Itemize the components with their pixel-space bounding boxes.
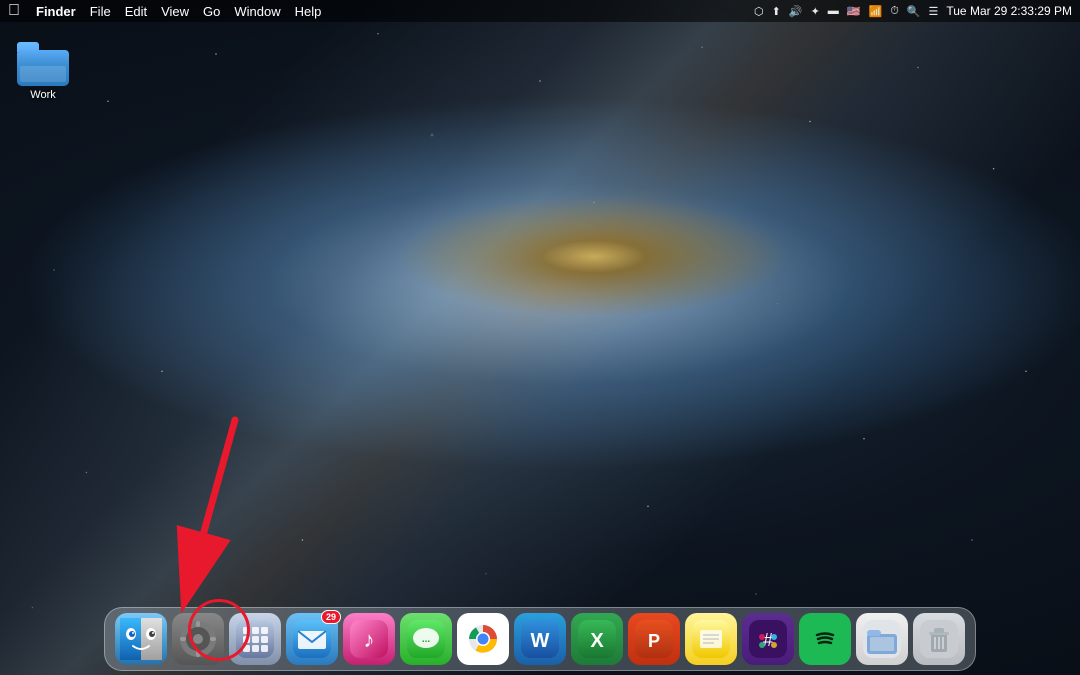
dock-word[interactable]: W	[514, 613, 566, 665]
svg-text:P: P	[648, 631, 660, 651]
app-name[interactable]: Finder	[36, 4, 76, 19]
menu-window[interactable]: Window	[234, 4, 280, 19]
time-machine-icon[interactable]: ⏱	[890, 5, 899, 18]
slack-icon: #	[749, 620, 787, 658]
desktop:  Finder File Edit View Go Window Help ⬡…	[0, 0, 1080, 675]
annotation-arrow	[155, 410, 275, 630]
dock-notes[interactable]	[685, 613, 737, 665]
chrome-icon	[464, 620, 502, 658]
volume-icon[interactable]: 🔊	[789, 5, 803, 18]
upload-icon[interactable]: ⬆	[772, 5, 781, 18]
excel-icon: X	[578, 620, 616, 658]
menu-view[interactable]: View	[161, 4, 189, 19]
dock-powerpoint[interactable]: P	[628, 613, 680, 665]
mail-icon	[293, 620, 331, 658]
dock-music[interactable]: ♪	[343, 613, 395, 665]
finder-files-icon	[863, 620, 901, 658]
dock-mail[interactable]: 29	[286, 613, 338, 665]
music-icon: ♪	[350, 620, 388, 658]
dock-messages[interactable]: ...	[400, 613, 452, 665]
spotify-icon	[806, 620, 844, 658]
folder-graphic	[17, 42, 69, 86]
svg-text:X: X	[590, 630, 604, 652]
wifi-icon[interactable]: 📶	[869, 5, 883, 18]
svg-text:W: W	[531, 630, 550, 652]
dock-finder-files[interactable]	[856, 613, 908, 665]
svg-text:#: #	[763, 630, 773, 650]
notification-icon[interactable]: ☰	[929, 5, 939, 18]
menu-help[interactable]: Help	[295, 4, 322, 19]
svg-text:...: ...	[422, 634, 431, 645]
dock-slack[interactable]: #	[742, 613, 794, 665]
flag-icon[interactable]: 🇺🇸	[847, 5, 861, 18]
word-icon: W	[521, 620, 559, 658]
desktop-icons: Work	[0, 30, 86, 114]
dock-trash[interactable]	[913, 613, 965, 665]
dock-chrome[interactable]	[457, 613, 509, 665]
trash-icon	[920, 620, 958, 658]
menubar-right: ⬡ ⬆ 🔊 ✦ ▬ 🇺🇸 📶 ⏱ 🔍 ☰ Tue Mar 29 2:33:29 …	[754, 4, 1072, 18]
battery-icon[interactable]: ▬	[828, 5, 839, 17]
work-folder-icon[interactable]: Work	[8, 38, 78, 106]
notes-icon	[692, 620, 730, 658]
menu-edit[interactable]: Edit	[125, 4, 147, 19]
dock-excel[interactable]: X	[571, 613, 623, 665]
svg-text:♪: ♪	[364, 627, 375, 652]
menu-go[interactable]: Go	[203, 4, 220, 19]
dock-spotify[interactable]	[799, 613, 851, 665]
menubar:  Finder File Edit View Go Window Help ⬡…	[0, 0, 1080, 22]
datetime: Tue Mar 29 2:33:29 PM	[946, 4, 1072, 18]
menu-file[interactable]: File	[90, 4, 111, 19]
apple-menu[interactable]: 	[8, 2, 20, 20]
messages-icon: ...	[407, 620, 445, 658]
bluetooth-icon[interactable]: ✦	[811, 5, 820, 18]
dropbox-icon[interactable]: ⬡	[754, 5, 764, 18]
spotlight-icon[interactable]: 🔍	[907, 5, 921, 18]
mail-badge: 29	[321, 610, 341, 624]
menubar-left:  Finder File Edit View Go Window Help	[8, 2, 321, 20]
powerpoint-icon: P	[635, 620, 673, 658]
folder-label: Work	[30, 89, 55, 102]
